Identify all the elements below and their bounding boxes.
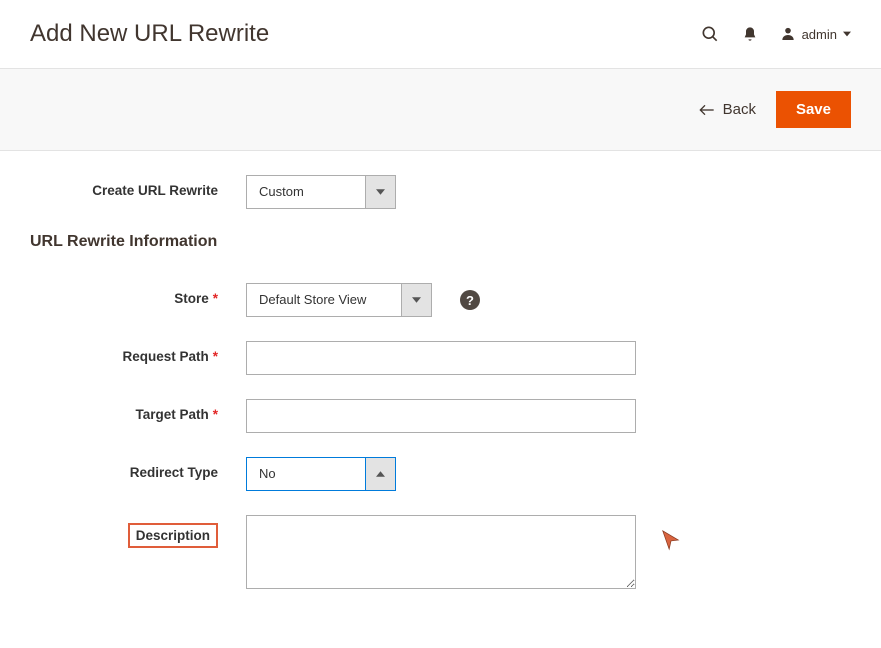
section-title: URL Rewrite Information [30, 233, 851, 251]
search-icon[interactable] [700, 24, 720, 44]
description-label: Description [128, 523, 218, 548]
redirect-type-label: Redirect Type [30, 457, 246, 480]
create-rewrite-select[interactable]: Custom [246, 175, 396, 209]
request-path-label: Request Path* [30, 341, 246, 364]
request-path-input[interactable] [246, 341, 636, 375]
description-label-wrap: Description [30, 515, 246, 548]
chevron-up-icon [365, 458, 395, 490]
help-icon[interactable]: ? [460, 290, 480, 310]
redirect-type-select[interactable]: No [246, 457, 396, 491]
arrow-left-icon [699, 104, 715, 116]
create-rewrite-label: Create URL Rewrite [30, 175, 246, 198]
user-icon [780, 26, 796, 42]
store-select[interactable]: Default Store View [246, 283, 432, 317]
bell-icon[interactable] [742, 25, 758, 43]
target-path-label: Target Path* [30, 399, 246, 422]
description-textarea[interactable] [246, 515, 636, 589]
create-rewrite-row: Create URL Rewrite Custom [30, 175, 851, 209]
create-rewrite-value: Custom [247, 176, 365, 208]
admin-account-dropdown[interactable]: admin [780, 26, 851, 42]
cursor-pointer-icon [660, 529, 682, 551]
page-header: Add New URL Rewrite admin [0, 0, 881, 68]
store-label: Store* [30, 283, 246, 306]
chevron-down-icon [401, 284, 431, 316]
target-path-input[interactable] [246, 399, 636, 433]
admin-label: admin [802, 27, 837, 42]
description-row: Description [30, 515, 851, 594]
request-path-row: Request Path* [30, 341, 851, 375]
back-button[interactable]: Back [699, 101, 756, 118]
store-row: Store* Default Store View ? [30, 283, 851, 317]
chevron-down-icon [365, 176, 395, 208]
header-actions: admin [700, 24, 851, 44]
form-area: Create URL Rewrite Custom URL Rewrite In… [0, 151, 881, 648]
chevron-down-icon [843, 30, 851, 38]
page-title: Add New URL Rewrite [30, 20, 700, 48]
redirect-type-row: Redirect Type No [30, 457, 851, 491]
target-path-row: Target Path* [30, 399, 851, 433]
back-label: Back [723, 101, 756, 118]
action-toolbar: Back Save [0, 68, 881, 151]
store-value: Default Store View [247, 284, 401, 316]
redirect-type-value: No [247, 458, 365, 490]
save-button[interactable]: Save [776, 91, 851, 128]
